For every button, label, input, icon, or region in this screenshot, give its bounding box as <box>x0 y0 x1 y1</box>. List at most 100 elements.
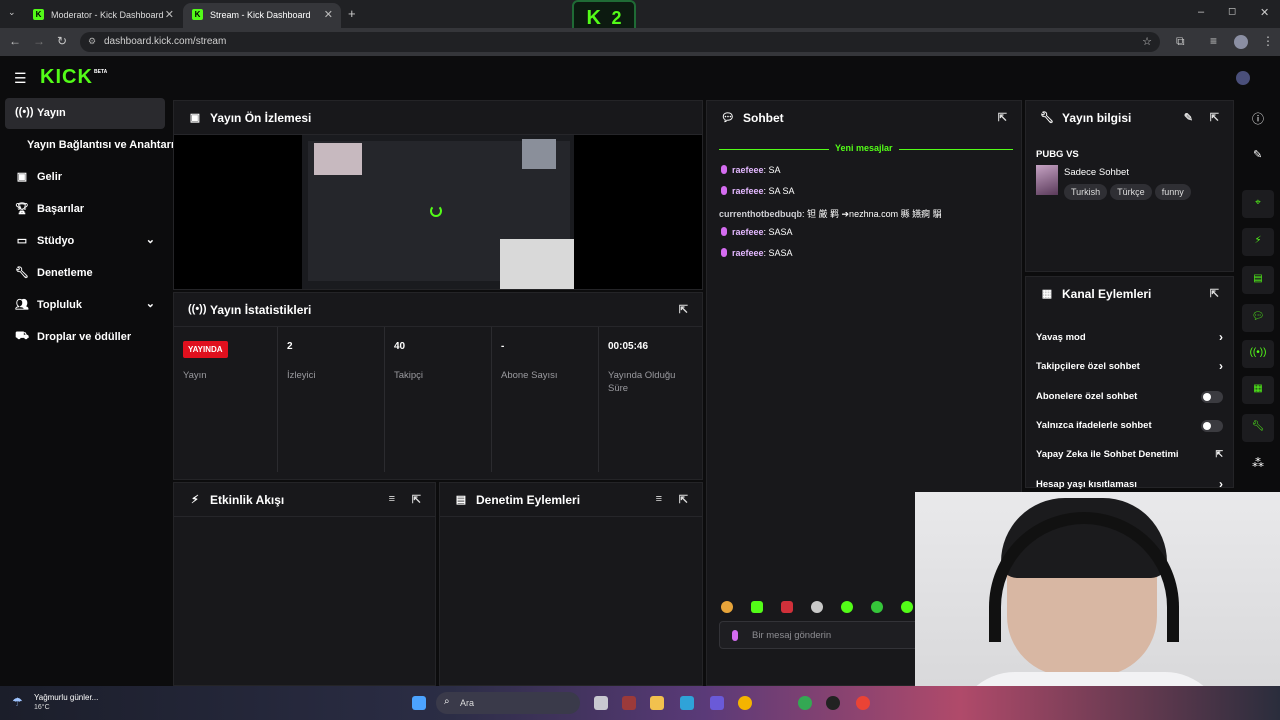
popout-icon[interactable]: ⇱ <box>1210 287 1219 300</box>
category-name[interactable]: Sadece Sohbet <box>1064 167 1129 178</box>
bookmark-star-icon[interactable]: ☆ <box>1142 35 1152 48</box>
reload-icon[interactable]: ↻ <box>57 34 67 48</box>
stat-uptime: 00:05:46 Yayında Olduğu Süre <box>599 327 703 472</box>
chat-username[interactable]: raefeee <box>732 186 764 196</box>
browser-tab-stream[interactable]: K Stream - Kick Dashboard ✕ <box>183 3 341 28</box>
tag[interactable]: Turkish <box>1064 184 1108 200</box>
chat-username[interactable]: currenthotbedbuqb <box>719 209 802 219</box>
task-view-icon[interactable] <box>594 696 608 710</box>
tag[interactable]: Türkçe <box>1110 184 1152 200</box>
emote-icon[interactable] <box>781 601 793 613</box>
rail-button-document[interactable]: ▤ <box>1242 266 1274 294</box>
chrome-icon[interactable] <box>856 696 870 710</box>
hamburger-menu-icon[interactable]: ☰ <box>14 70 27 87</box>
browser-menu-icon[interactable]: ⋮ <box>1262 34 1274 48</box>
filter-icon[interactable]: ≡ <box>389 493 395 505</box>
edge-icon[interactable] <box>680 696 694 710</box>
tab-list-chevron-icon[interactable]: ⌄ <box>8 7 16 18</box>
rail-button-screenshot[interactable]: ⌖ <box>1242 190 1274 218</box>
lightning-icon: ⚡︎ <box>191 494 199 506</box>
tab-close-icon[interactable]: ✕ <box>324 8 333 21</box>
sidebar-item-studyo[interactable]: ▭ Stüdyo ⌄ <box>5 226 165 257</box>
filter-icon[interactable]: ≡ <box>656 493 662 505</box>
close-window-button[interactable]: ✕ <box>1260 6 1269 19</box>
app-icon[interactable] <box>622 696 636 710</box>
pencil-icon[interactable]: ✎ <box>1253 148 1262 161</box>
kick-logo[interactable]: KICK <box>40 66 93 89</box>
extensions-icon[interactable]: ⧉ <box>1176 34 1185 49</box>
sidebar-item-stream-key[interactable]: Yayın Bağlantısı ve Anahtarı <box>5 130 175 161</box>
action-followers-only[interactable]: Takipçilere özel sohbet › <box>1036 359 1223 379</box>
preview-thumbnail <box>314 143 362 175</box>
back-icon[interactable]: ← <box>9 34 21 48</box>
emote-icon[interactable] <box>721 601 733 613</box>
maximize-button[interactable]: ◻ <box>1228 6 1236 17</box>
popout-icon[interactable]: ⇱ <box>679 303 688 316</box>
sidebar-item-label: Başarılar <box>37 203 85 215</box>
popout-icon[interactable]: ⇱ <box>679 493 688 506</box>
emote-icon[interactable] <box>841 601 853 613</box>
emote-icon[interactable] <box>751 601 763 613</box>
sidebar-item-denetleme[interactable]: 🔧︎ Denetleme <box>5 258 165 289</box>
more-icon[interactable]: ⁂ <box>1252 456 1264 470</box>
popout-icon[interactable]: ⇱ <box>1210 111 1219 124</box>
stat-label: Abone Sayısı <box>501 370 558 381</box>
rail-button-chat[interactable]: 💬︎ <box>1242 304 1274 332</box>
new-tab-button[interactable]: + <box>348 6 356 21</box>
user-avatar[interactable] <box>1236 71 1250 85</box>
chat-username[interactable]: raefeee <box>732 165 764 175</box>
taskbar-search[interactable]: ⌕ Ara <box>436 692 580 714</box>
action-subscribers-only: Abonelere özel sohbet <box>1036 391 1223 409</box>
chat-text: SA SA <box>768 186 795 196</box>
rail-button-broadcast[interactable]: ((•)) <box>1242 340 1274 368</box>
emotes-only-toggle[interactable] <box>1201 420 1223 432</box>
browser-tab-moderator[interactable]: K Moderator - Kick Dashboard ✕ <box>24 3 182 28</box>
subscribers-only-toggle[interactable] <box>1201 391 1223 403</box>
sidebar-item-basarilar[interactable]: 🏆︎ Başarılar <box>5 194 165 225</box>
popout-icon[interactable]: ⇱ <box>998 111 1007 124</box>
stat-value: 00:05:46 <box>608 341 649 352</box>
store-icon[interactable] <box>710 696 724 710</box>
emote-icon[interactable] <box>871 601 883 613</box>
windows-start-icon[interactable] <box>412 696 426 710</box>
stat-live: YAYINDA Yayın <box>174 327 278 472</box>
minimize-button[interactable]: – <box>1198 6 1204 18</box>
video-icon: ▣ <box>189 112 201 124</box>
rail-button-lightning[interactable]: ⚡︎ <box>1242 228 1274 256</box>
stat-label: Yayın <box>183 370 207 381</box>
emote-icon[interactable] <box>901 601 913 613</box>
community-icon: 👥︎ <box>15 299 29 311</box>
chrome-icon[interactable] <box>798 696 812 710</box>
weather-text[interactable]: Yağmurlu günler... <box>34 693 98 702</box>
browser-tab-bar: ⌄ K Moderator - Kick Dashboard ✕ K Strea… <box>0 0 1280 28</box>
sidebar-item-yayin[interactable]: ((•)) Yayın <box>5 98 165 129</box>
reading-list-icon[interactable]: ≡ <box>1210 34 1217 48</box>
sidebar-item-gelir[interactable]: ▣ Gelir <box>5 162 165 193</box>
panel-header: ▤ Denetim Eylemleri ≡ ⇱ <box>440 483 702 517</box>
url-text: dashboard.kick.com/stream <box>104 36 227 47</box>
obs-icon[interactable] <box>826 696 840 710</box>
sidebar-item-droplar[interactable]: ⛟ Droplar ve ödüller <box>5 322 165 353</box>
forward-icon[interactable]: → <box>33 34 45 48</box>
site-info-icon[interactable]: ⚙ <box>88 36 96 47</box>
chat-username[interactable]: raefeee <box>732 248 764 258</box>
emote-icon[interactable] <box>811 601 823 613</box>
rail-button-channel-actions[interactable]: ▦ <box>1242 376 1274 404</box>
sidebar-item-topluluk[interactable]: 👥︎ Topluluk ⌄ <box>5 290 165 321</box>
tag[interactable]: funny <box>1154 184 1191 200</box>
info-icon[interactable]: ⓘ <box>1252 110 1264 127</box>
profile-avatar[interactable] <box>1234 35 1248 49</box>
broadcast-icon: ((•)) <box>188 303 207 315</box>
file-explorer-icon[interactable] <box>650 696 664 710</box>
rail-button-wrench[interactable]: 🔧︎ <box>1242 414 1274 442</box>
chat-username[interactable]: raefeee <box>732 227 764 237</box>
address-bar[interactable]: ⚙ dashboard.kick.com/stream ☆ <box>80 32 1160 52</box>
popout-icon[interactable]: ⇱ <box>412 493 421 506</box>
action-slow-mode[interactable]: Yavaş mod › <box>1036 330 1223 350</box>
chrome-icon[interactable] <box>738 696 752 710</box>
action-ai-moderation[interactable]: Yapay Zeka ile Sohbet Denetimi ⇱ <box>1036 449 1223 467</box>
stream-preview-video[interactable] <box>302 135 574 289</box>
edit-icon[interactable]: ✎ <box>1184 111 1193 124</box>
stat-label: Yayında Olduğu Süre <box>608 370 676 394</box>
tab-close-icon[interactable]: ✕ <box>165 8 174 21</box>
